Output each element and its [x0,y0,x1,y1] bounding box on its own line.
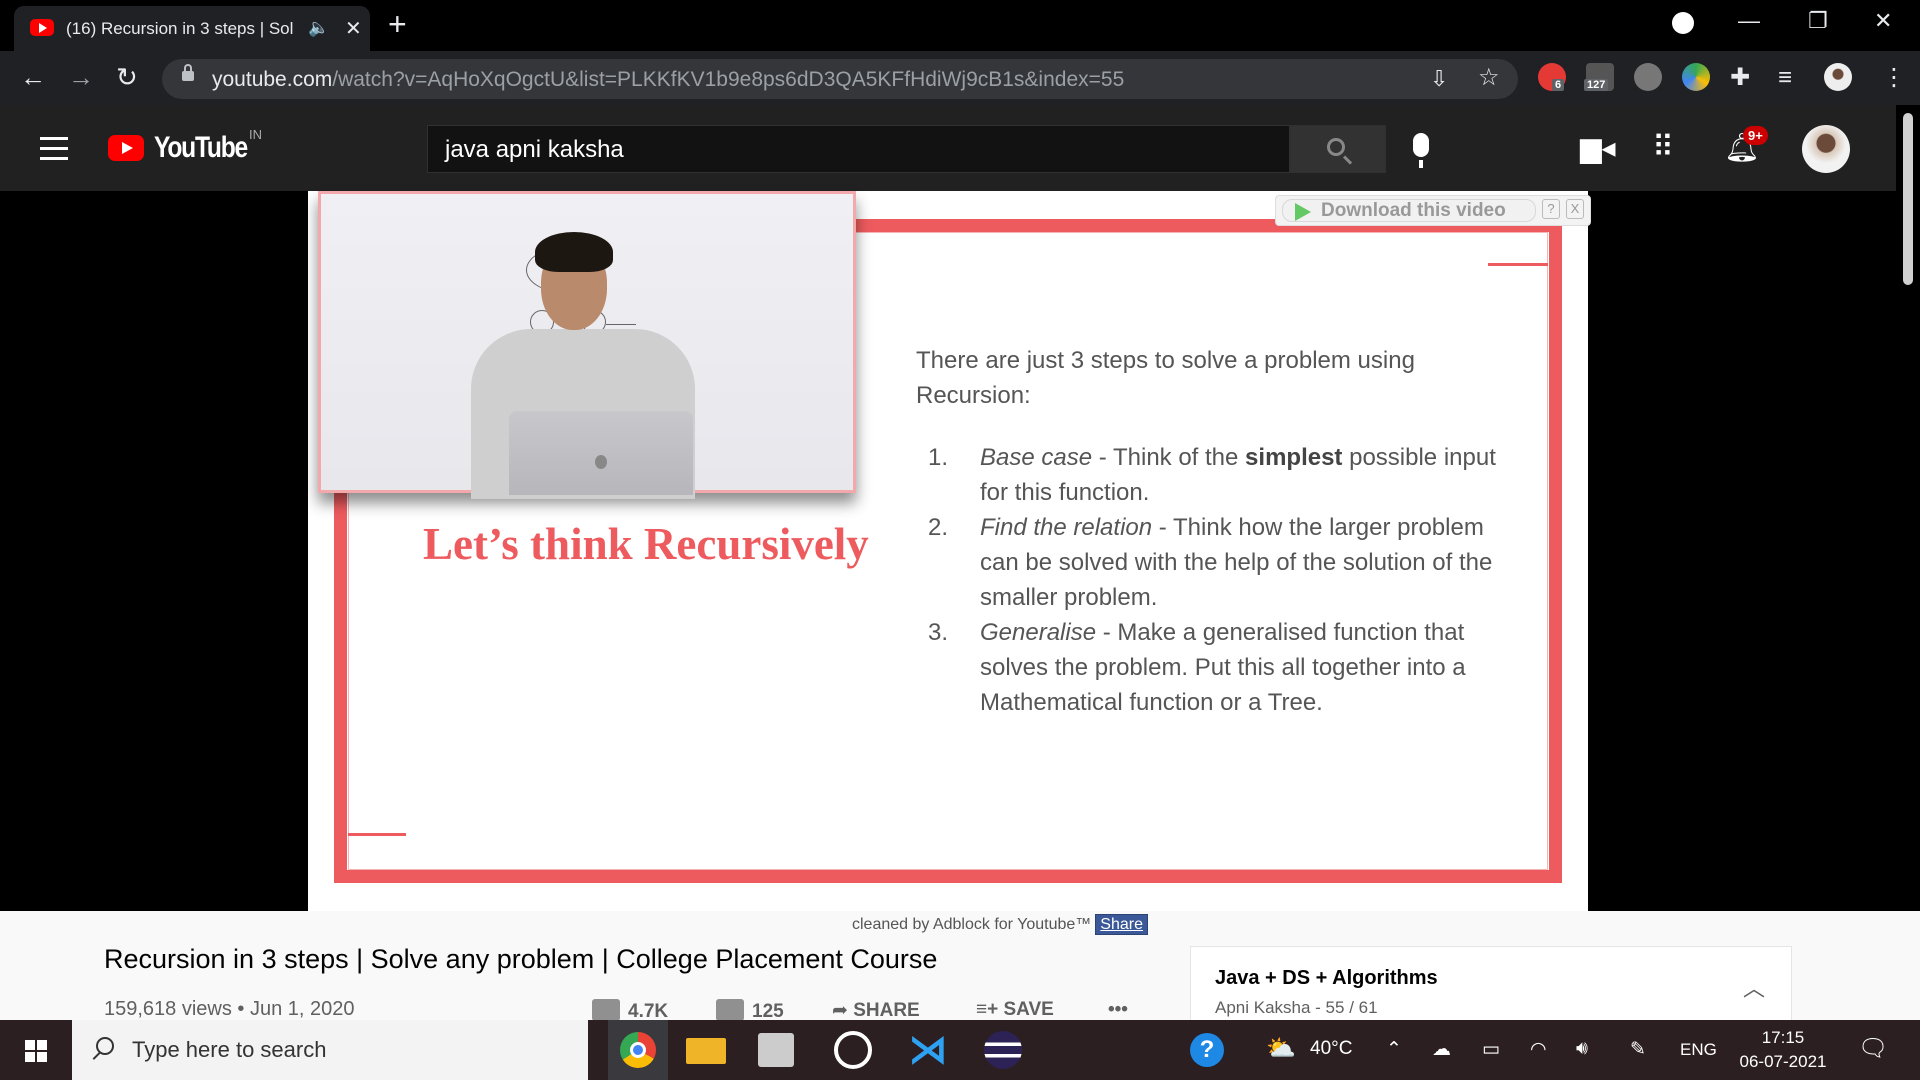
windows-start-icon[interactable] [25,1040,47,1062]
tray-chevron-up-icon[interactable]: ⌃ [1386,1038,1402,1061]
clock-date: 06-07-2021 [1739,1052,1827,1071]
speaker-icon[interactable]: 🔈 [308,18,329,38]
clock-time: 17:15 [1761,1028,1805,1047]
chevron-up-icon[interactable]: ︿ [1743,971,1765,1003]
help-icon[interactable]: ? [1190,1033,1224,1067]
adblock-share-button[interactable]: Share [1095,914,1148,935]
search-button[interactable] [1290,125,1386,173]
youtube-favicon-icon [30,19,54,36]
media-queue-icon[interactable]: ≡ [1778,64,1792,92]
clock[interactable]: 17:15 06-07-2021 [1730,1026,1836,1074]
pen-icon[interactable]: ✎ [1630,1038,1646,1061]
video-views-date: 159,618 views • Jun 1, 2020 [104,998,355,1020]
youtube-logo-text[interactable]: YouTube [154,131,248,165]
store-icon[interactable] [758,1033,794,1067]
download-help-button[interactable]: ? [1542,199,1560,219]
more-actions-button[interactable]: ••• [1108,999,1128,1021]
youtube-header: YouTube IN java apni kaksha ▆◂ ⠿ 🔔︎ 9+ [0,105,1920,191]
thumbs-down-icon [716,999,744,1021]
scrollbar-thumb[interactable] [1903,113,1913,285]
vscode-icon[interactable]: ⋊ [908,1030,948,1070]
restore-button[interactable]: ❐ [1808,8,1828,34]
windows-taskbar: Type here to search ⋊ ? ⛅ 40°C ⌃ ☁ ▭ ◠ 🔊… [0,1020,1920,1080]
weather-sun-icon[interactable]: ⛅ [1266,1034,1296,1063]
country-code: IN [249,127,262,142]
tab-search-icon[interactable] [1672,12,1694,34]
download-video-bar: Download this video ? X [1275,195,1591,226]
share-button[interactable]: ➦ SHARE [832,999,920,1022]
browser-tab[interactable]: (16) Recursion in 3 steps | Sol 🔈 ✕ [14,6,370,51]
video-info-area: cleaned by Adblock for Youtube™ Share Rec… [0,911,1920,1066]
step-item: 2. Find the relation - Think how the larg… [928,514,1493,611]
forward-icon[interactable]: → [68,62,94,92]
user-avatar[interactable] [1802,125,1850,173]
close-tab-icon[interactable]: ✕ [345,16,362,41]
share-arrow-icon: ➦ [832,1000,854,1021]
video-title: Recursion in 3 steps | Solve any problem… [104,944,938,974]
save-playlist-icon: ≡+ [976,999,1004,1020]
laptop [509,411,693,495]
tab-strip: (16) Recursion in 3 steps | Sol 🔈 ✕ + — … [0,0,1920,51]
playlist-subtitle: Apni Kaksha - 55 / 61 [1215,998,1378,1017]
page-scrollbar[interactable] [1896,105,1920,911]
weather-temp[interactable]: 40°C [1310,1038,1352,1060]
create-video-icon[interactable]: ▆◂ [1580,133,1616,163]
save-button[interactable]: ≡+ SAVE [976,999,1054,1021]
file-explorer-icon[interactable] [686,1038,726,1064]
ticket-extension-icon[interactable]: 127 [1584,63,1614,91]
onedrive-cloud-icon[interactable]: ☁ [1432,1038,1451,1061]
download-close-button[interactable]: X [1566,199,1584,219]
step-item: 1. Base case - Think of the simplest poss… [928,444,1496,506]
eclipse-icon[interactable] [984,1031,1022,1069]
lock-icon[interactable] [182,64,194,81]
search-icon [96,1037,114,1055]
slide-accent-line [1488,263,1548,266]
microphone-icon[interactable] [1413,133,1429,168]
battery-icon[interactable]: ▭ [1482,1038,1500,1061]
extensions-puzzle-icon[interactable]: ✚ [1730,64,1750,92]
menu-kebab-icon[interactable]: ⋮ [1882,64,1906,92]
notification-center-icon[interactable]: 🗨 [1858,1034,1888,1063]
bookmark-star-icon[interactable]: ☆ [1478,64,1500,92]
reload-icon[interactable]: ↻ [116,62,138,92]
cloud-extension-icon[interactable] [1634,63,1662,91]
app-launcher-icon[interactable] [834,1031,872,1069]
tab-title: (16) Recursion in 3 steps | Sol [66,19,294,38]
notification-badge: 9+ [1743,126,1768,145]
close-window-button[interactable]: ✕ [1874,8,1892,34]
wifi-icon[interactable]: ◠ [1530,1038,1547,1061]
hamburger-menu-icon[interactable] [40,137,68,167]
profile-avatar[interactable] [1824,63,1852,91]
slide-accent-line [348,833,406,836]
color-extension-icon[interactable] [1682,63,1710,91]
browser-toolbar: ← → ↻ youtube.com/watch?v=AqHoXqOgctU&li… [0,51,1920,105]
presenter-hair [535,232,613,272]
apps-grid-icon[interactable]: ⠿ [1652,133,1674,163]
presenter-webcam [318,191,856,499]
slide-steps: 1. Base case - Think of the simplest poss… [928,440,1508,720]
search-input[interactable]: java apni kaksha [427,125,1290,173]
playlist-title[interactable]: Java + DS + Algorithms [1215,967,1438,990]
volume-icon[interactable]: 🔊︎ [1576,1038,1588,1060]
chrome-taskbar-icon[interactable] [608,1020,668,1080]
minimize-button[interactable]: — [1738,8,1760,34]
step-item: 3. Generalise - Make a generalised functi… [928,619,1466,716]
search-icon [1327,138,1345,156]
adblock-credit: cleaned by Adblock for Youtube™ Share [852,914,1148,935]
language-indicator[interactable]: ENG [1680,1040,1717,1060]
download-video-button[interactable]: Download this video [1282,199,1536,222]
slide-headline: Let’s think Recursively [423,519,869,569]
youtube-logo-icon[interactable] [108,135,144,161]
adblock-extension-icon[interactable]: 6 [1538,63,1566,91]
install-icon[interactable]: ⇩ [1430,65,1448,93]
url-text: youtube.com/watch?v=AqHoXqOgctU&list=PLK… [212,68,1125,91]
taskbar-search-box[interactable]: Type here to search [72,1020,588,1080]
back-icon[interactable]: ← [20,62,46,92]
thumbs-up-icon [592,999,620,1021]
new-tab-button[interactable]: + [388,8,407,40]
slide-intro: There are just 3 steps to solve a proble… [916,347,1415,409]
address-bar[interactable]: youtube.com/watch?v=AqHoXqOgctU&list=PLK… [162,59,1518,99]
